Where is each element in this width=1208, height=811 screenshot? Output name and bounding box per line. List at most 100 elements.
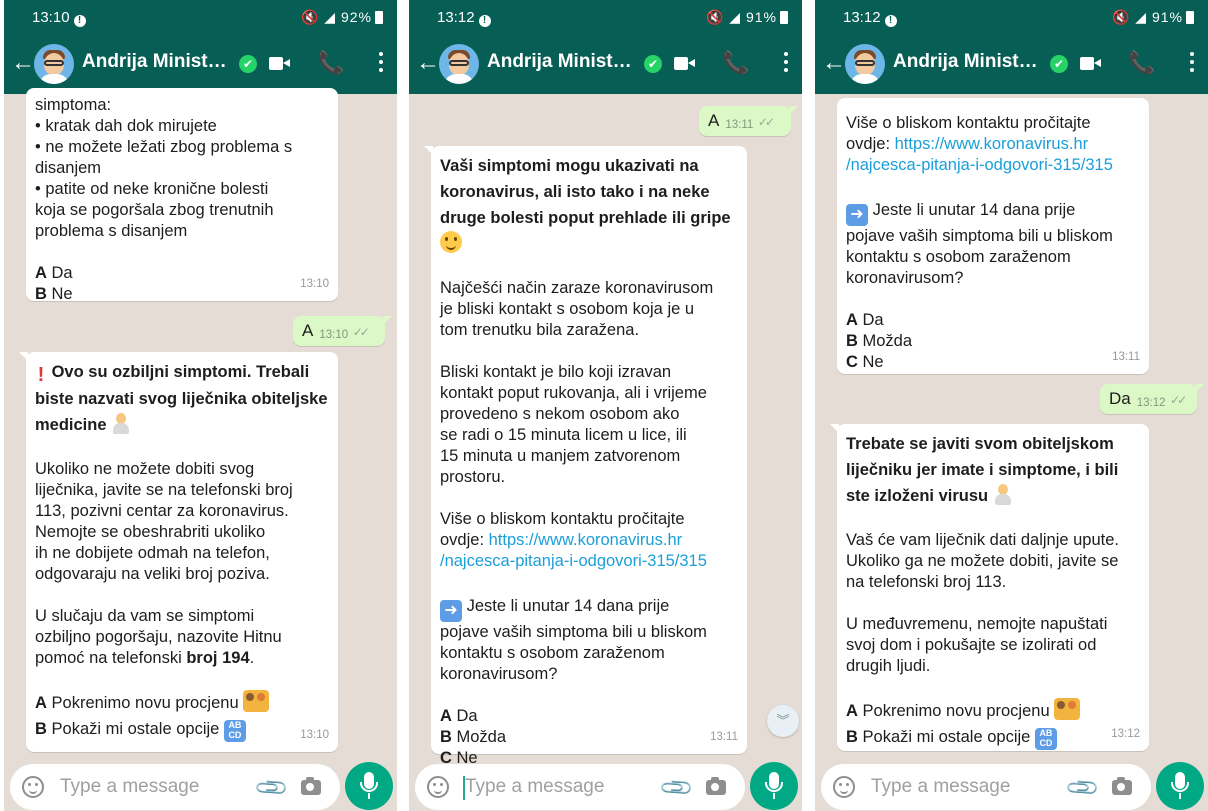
status-bar: 13:10! 🔇 ◢ 92%	[4, 0, 397, 34]
message-line: • patite od neke kronične bolesti	[35, 180, 269, 198]
chat-screen-2: 13:12! 🔇 ◢ 91% ← Andrija Minist… ✔ 📞 A 13…	[409, 0, 802, 811]
doctor-emoji-icon	[993, 483, 1013, 505]
contact-name[interactable]: Andrija Minist…	[893, 51, 1038, 73]
more-options-icon[interactable]	[784, 52, 788, 74]
contact-name[interactable]: Andrija Minist…	[487, 51, 632, 73]
camera-icon[interactable]	[301, 777, 321, 795]
outgoing-message: A 13:11 ✓✓	[699, 106, 798, 136]
exclamation-icon: !	[37, 364, 45, 386]
read-ticks-icon: ✓✓	[352, 325, 370, 339]
phone-icon[interactable]: 📞	[1128, 50, 1155, 76]
koronavirus-link[interactable]: /najcesca-pitanja-i-odgovori-315/315	[846, 155, 1140, 176]
avatar[interactable]	[845, 44, 885, 84]
microphone-icon[interactable]	[1156, 762, 1204, 810]
message-input[interactable]	[871, 772, 1061, 802]
battery-icon	[375, 11, 383, 24]
message-input-bar: 📎	[415, 764, 745, 810]
notification-icon: !	[73, 15, 86, 27]
chat-header: ← Andrija Minist… ✔ 📞	[409, 34, 802, 94]
camera-icon[interactable]	[1112, 777, 1132, 795]
notification-icon: !	[478, 15, 491, 27]
option-b: B Ne	[35, 285, 73, 303]
attach-icon[interactable]: 📎	[1064, 769, 1102, 807]
status-icons: 🔇 ◢ 91%	[1112, 9, 1194, 26]
message-line: problema s disanjem	[35, 222, 188, 240]
koronavirus-link[interactable]: /najcesca-pitanja-i-odgovori-315/315	[440, 551, 738, 572]
family-emoji-icon	[243, 690, 270, 712]
message-time: 13:10	[300, 729, 329, 741]
video-call-icon[interactable]	[674, 57, 695, 70]
phone-icon[interactable]: 📞	[722, 50, 749, 76]
battery-level: 92%	[340, 9, 372, 25]
avatar[interactable]	[439, 44, 479, 84]
abcd-emoji-icon: AB CD	[223, 720, 246, 742]
smiling-face-icon	[440, 231, 462, 253]
message-input[interactable]	[465, 772, 655, 802]
battery-level: 91%	[1151, 9, 1183, 25]
microphone-icon[interactable]	[750, 762, 798, 810]
outgoing-message: Da 13:12 ✓✓	[1100, 384, 1204, 414]
right-arrow-icon: ➜	[846, 204, 868, 226]
back-arrow-icon[interactable]: ←	[11, 49, 35, 77]
status-icons: 🔇 ◢ 92%	[301, 9, 383, 26]
video-call-icon[interactable]	[1080, 57, 1101, 70]
more-options-icon[interactable]	[1190, 52, 1194, 74]
message-line: • kratak dah dok mirujete	[35, 117, 217, 135]
message-line: koja se pogoršala zbog trenutnih	[35, 201, 274, 219]
option-b: B Možda	[846, 332, 913, 350]
doctor-emoji-icon	[111, 412, 131, 434]
notification-icon: !	[884, 15, 897, 27]
option-b: B Pokaži mi ostale opcije AB CD	[35, 716, 329, 742]
status-bar: 13:12! 🔇 ◢ 91%	[815, 0, 1208, 34]
emoji-icon[interactable]	[427, 776, 449, 798]
status-time: 13:10	[32, 9, 70, 26]
phone-icon[interactable]: 📞	[317, 50, 344, 76]
read-ticks-icon: ✓✓	[1170, 393, 1187, 407]
option-a: A Pokrenimo novu procjenu	[35, 690, 329, 716]
read-ticks-icon: ✓✓	[757, 115, 775, 129]
chat-header: ← Andrija Minist… ✔ 📞	[4, 34, 397, 94]
abcd-emoji-icon: AB CD	[1034, 728, 1057, 750]
koronavirus-link[interactable]: https://www.koronavirus.hr	[489, 531, 683, 549]
status-bar: 13:12! 🔇 ◢ 91%	[409, 0, 802, 34]
incoming-message: simptoma: • kratak dah dok mirujete • ne…	[26, 88, 338, 303]
message-line: disanjem	[35, 159, 102, 177]
message-time: 13:10	[300, 278, 329, 290]
battery-icon	[1186, 11, 1194, 24]
attach-icon[interactable]: 📎	[658, 769, 696, 807]
status-time: 13:12	[437, 9, 475, 26]
verified-icon: ✔	[1050, 55, 1068, 73]
emoji-icon[interactable]	[22, 776, 44, 798]
contact-name[interactable]: Andrija Minist…	[82, 51, 227, 73]
avatar[interactable]	[34, 44, 74, 84]
option-b: B Možda	[440, 728, 507, 746]
option-a: A Da	[35, 264, 73, 282]
message-time: 13:12	[1111, 728, 1140, 740]
microphone-icon[interactable]	[345, 762, 393, 810]
more-options-icon[interactable]	[379, 52, 383, 74]
message-time: 13:11	[710, 731, 738, 743]
emoji-icon[interactable]	[833, 776, 855, 798]
video-call-icon[interactable]	[269, 57, 290, 70]
verified-icon: ✔	[239, 55, 257, 73]
scroll-down-icon[interactable]: ︾	[767, 705, 799, 737]
camera-icon[interactable]	[706, 777, 726, 795]
option-c: C Ne	[846, 353, 884, 371]
message-time: 13:11	[1112, 351, 1140, 363]
attach-icon[interactable]: 📎	[253, 769, 291, 807]
option-b: B Pokaži mi ostale opcije AB CD	[846, 724, 1140, 750]
status-icons: 🔇 ◢ 91%	[706, 9, 788, 26]
message-line: simptoma:	[35, 96, 112, 114]
status-time: 13:12	[843, 9, 881, 26]
right-arrow-icon: ➜	[440, 600, 462, 622]
incoming-message: Više o bliskom kontaktu pročitajte ovdje…	[837, 98, 1149, 374]
option-a: A Da	[846, 311, 884, 329]
koronavirus-link[interactable]: https://www.koronavirus.hr	[895, 135, 1089, 153]
family-emoji-icon	[1054, 698, 1081, 720]
back-arrow-icon[interactable]: ←	[416, 49, 440, 77]
chat-screen-3: 13:12! 🔇 ◢ 91% ← Andrija Minist… ✔ 📞 Viš…	[815, 0, 1208, 811]
battery-level: 91%	[745, 9, 777, 25]
incoming-message: ! Ovo su ozbiljni simptomi. Trebali bist…	[19, 352, 338, 752]
back-arrow-icon[interactable]: ←	[822, 49, 846, 77]
message-input[interactable]	[60, 772, 250, 802]
